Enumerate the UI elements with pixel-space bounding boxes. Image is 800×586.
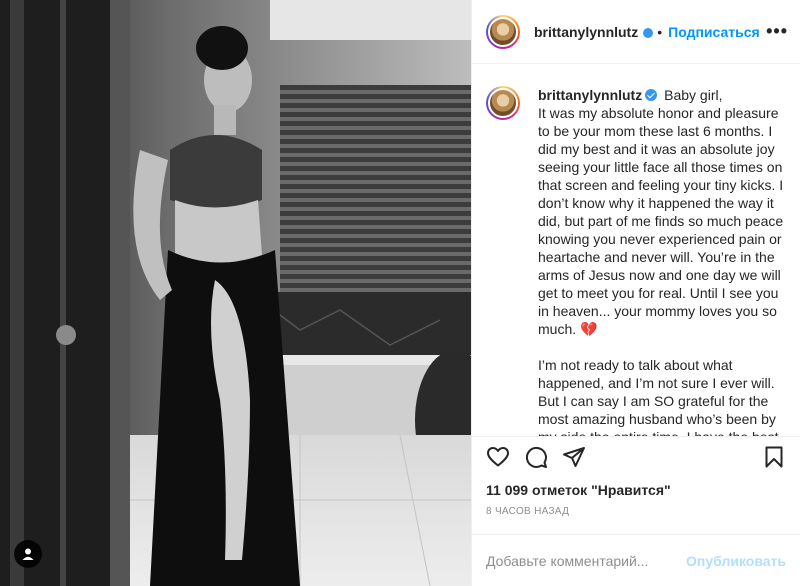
separator-dot: • <box>657 23 663 40</box>
instagram-post-modal: brittanylynnlutz • Подписаться ••• britt… <box>0 0 800 586</box>
comment-icon[interactable] <box>524 445 548 469</box>
publish-comment-button[interactable]: Опубликовать <box>686 553 786 569</box>
bookmark-icon[interactable] <box>762 445 786 469</box>
comment-form: Опубликовать <box>472 534 800 586</box>
post-photo[interactable] <box>0 0 471 586</box>
caption-text: Baby girl, It was my absolute honor and … <box>538 87 784 436</box>
comment-input[interactable] <box>486 552 687 569</box>
caption-area: brittanylynnlutz Baby girl, It was my ab… <box>472 64 800 436</box>
caption-username[interactable]: brittanylynnlutz <box>538 87 642 103</box>
tagged-user-icon[interactable] <box>14 540 42 568</box>
heart-icon[interactable] <box>486 445 510 469</box>
verified-badge-icon <box>643 27 654 38</box>
action-bar <box>472 436 800 476</box>
author-avatar[interactable] <box>486 14 520 49</box>
follow-button[interactable]: Подписаться <box>668 24 760 40</box>
caption-author-avatar[interactable] <box>486 86 520 120</box>
caption-text-block: brittanylynnlutz Baby girl, It was my ab… <box>538 86 786 436</box>
share-icon[interactable] <box>562 445 586 469</box>
post-sidebar: brittanylynnlutz • Подписаться ••• britt… <box>471 0 800 586</box>
photo-image <box>0 0 471 586</box>
more-options-icon[interactable]: ••• <box>766 21 788 42</box>
post-timestamp[interactable]: 8 ЧАСОВ НАЗАД <box>472 500 800 524</box>
likes-count[interactable]: 11 099 отметок "Нравится" <box>472 476 800 500</box>
author-username[interactable]: brittanylynnlutz <box>534 24 638 40</box>
caption-verified-icon <box>645 89 658 101</box>
post-header: brittanylynnlutz • Подписаться ••• <box>472 0 800 64</box>
